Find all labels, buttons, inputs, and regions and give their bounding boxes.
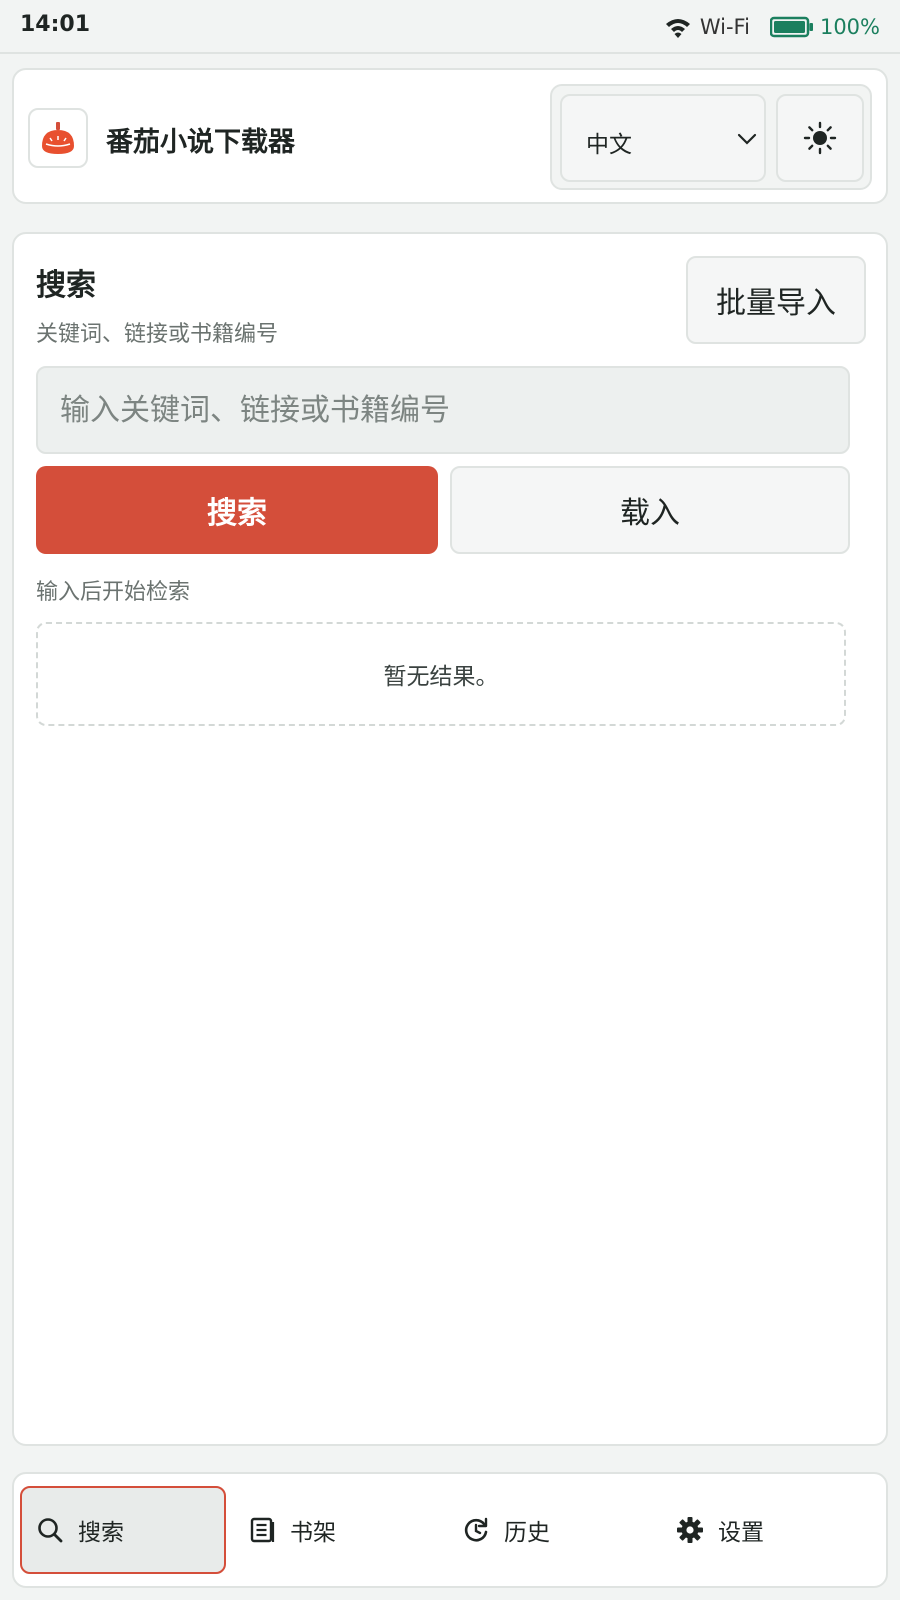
wifi-label: Wi-Fi <box>699 15 750 39</box>
batch-import-button[interactable]: 批量导入 <box>686 256 866 344</box>
nav-item-settings[interactable]: 设置 <box>662 1486 868 1574</box>
language-value: 中文 <box>586 132 632 158</box>
status-bar: 14:01 Wi-Fi 100% <box>0 0 900 54</box>
app-logo <box>28 108 88 168</box>
chevron-down-icon <box>737 133 757 145</box>
history-icon <box>464 1517 488 1542</box>
status-indicators: Wi-Fi 100% <box>664 12 880 42</box>
nav-item-search[interactable]: 搜索 <box>20 1486 226 1574</box>
section-subtitle: 关键词、链接或书籍编号 <box>36 322 279 347</box>
empty-result-text: 暂无结果。 <box>383 664 499 690</box>
status-time: 14:01 <box>20 12 91 37</box>
sun-icon <box>803 121 837 155</box>
load-button[interactable]: 载入 <box>450 466 850 554</box>
search-icon <box>38 1518 63 1543</box>
wifi-icon <box>665 19 690 38</box>
section-title: 搜索 <box>36 268 96 303</box>
search-panel: 搜索 关键词、链接或书籍编号 批量导入 搜索 载入 输入后开始检索 暂无结果。 <box>12 232 888 1446</box>
search-hint: 输入后开始检索 <box>36 580 191 605</box>
nav-label: 历史 <box>504 1520 550 1546</box>
nav-label: 书架 <box>290 1520 336 1546</box>
theme-toggle-button[interactable] <box>776 94 864 182</box>
nav-item-bookshelf[interactable]: 书架 <box>234 1486 440 1574</box>
gear-icon <box>677 1517 703 1543</box>
bottom-nav: 搜索 书架 历史 设置 <box>12 1472 888 1588</box>
app-title: 番茄小说下载器 <box>106 127 295 158</box>
app-header: 番茄小说下载器 中文 <box>12 68 888 204</box>
battery-label: 100% <box>819 15 880 39</box>
header-controls: 中文 <box>550 84 872 190</box>
nav-label: 设置 <box>718 1520 764 1546</box>
bookshelf-icon <box>250 1517 275 1543</box>
search-button[interactable]: 搜索 <box>36 466 438 554</box>
battery-icon <box>769 16 813 38</box>
language-select[interactable]: 中文 <box>560 94 766 182</box>
tomato-icon <box>42 122 74 154</box>
results-area: 暂无结果。 <box>36 622 846 726</box>
search-input[interactable] <box>36 366 850 454</box>
nav-item-history[interactable]: 历史 <box>448 1486 654 1574</box>
nav-label: 搜索 <box>78 1520 124 1546</box>
